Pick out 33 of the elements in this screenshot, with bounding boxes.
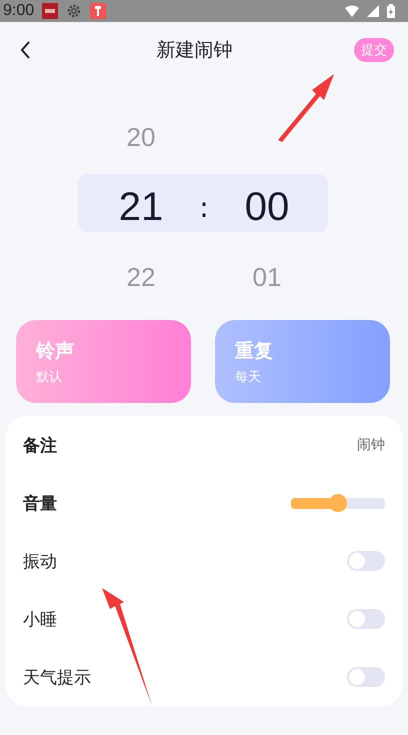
time-option[interactable]: 01 bbox=[252, 262, 282, 292]
wifi-icon bbox=[344, 4, 360, 18]
setting-label: 天气提示 bbox=[23, 666, 91, 688]
selected-time-value[interactable]: 21 bbox=[118, 184, 164, 230]
card-value: 每天 bbox=[235, 368, 262, 386]
time-option[interactable]: 22 bbox=[126, 262, 156, 292]
slider-thumb[interactable] bbox=[329, 494, 347, 512]
battery-icon bbox=[386, 4, 396, 18]
setting-label: 备注 bbox=[23, 434, 57, 456]
setting-value[interactable]: 闹钟 bbox=[357, 436, 385, 454]
app-icon bbox=[90, 3, 106, 19]
card-title: 铃声 bbox=[36, 338, 75, 364]
setting-card[interactable]: 铃声 默认 bbox=[16, 320, 191, 403]
setting-label: 音量 bbox=[23, 492, 57, 514]
toggle-switch[interactable] bbox=[347, 551, 385, 571]
card-title: 重复 bbox=[235, 338, 274, 364]
card-value: 默认 bbox=[36, 368, 63, 386]
toggle-switch[interactable] bbox=[347, 609, 385, 629]
page-title: 新建闹钟 bbox=[156, 38, 232, 63]
submit-button[interactable]: 提交 bbox=[354, 38, 394, 62]
setting-card[interactable]: 重复 每天 bbox=[215, 320, 390, 403]
toggle-switch[interactable] bbox=[347, 667, 385, 687]
setting-label: 小睡 bbox=[23, 608, 57, 630]
time-option[interactable]: 20 bbox=[126, 122, 156, 152]
back-icon bbox=[20, 41, 31, 59]
annotation-arrow bbox=[276, 72, 336, 142]
selected-time-value[interactable]: 00 bbox=[244, 184, 290, 230]
signal-icon bbox=[366, 4, 380, 18]
status-time: 9:00 bbox=[3, 2, 34, 20]
setting-label: 振动 bbox=[23, 550, 57, 572]
app-icon bbox=[42, 3, 58, 19]
gear-icon bbox=[66, 3, 82, 19]
time-separator: : bbox=[199, 190, 209, 224]
